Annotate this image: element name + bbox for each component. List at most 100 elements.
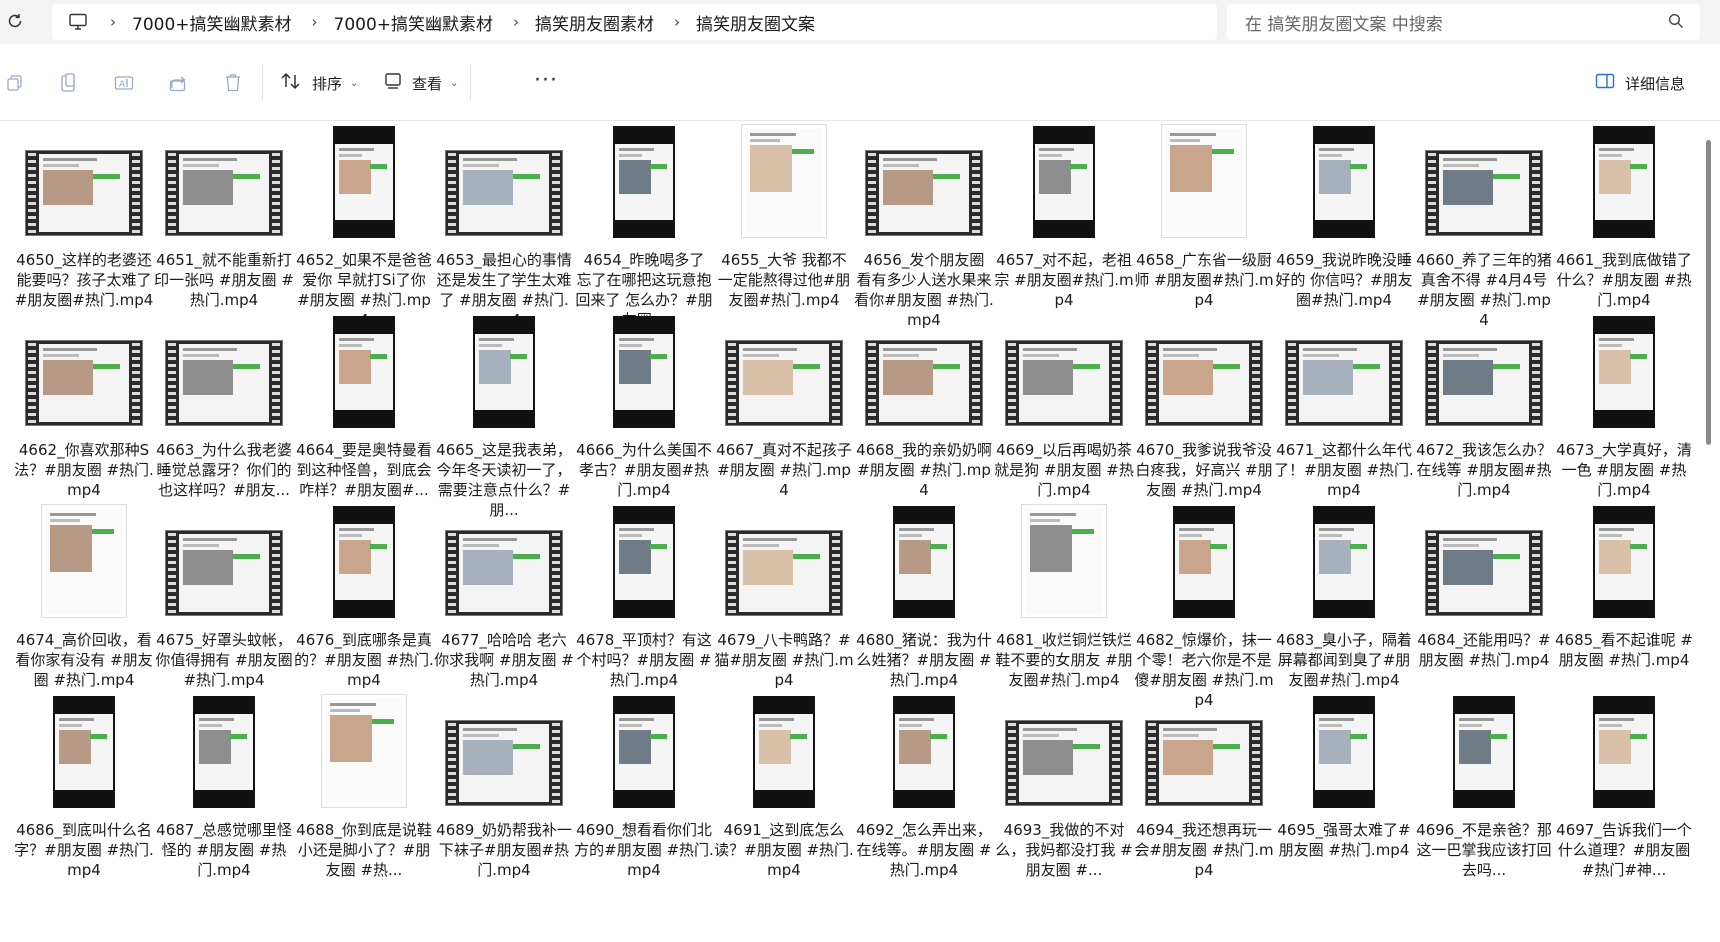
video-thumbnail	[1134, 312, 1274, 428]
delete-icon[interactable]	[222, 72, 244, 94]
file-item[interactable]: 4672_我该怎么办？在线等 #朋友圈#热门.mp4	[1414, 312, 1554, 512]
file-item[interactable]: 4691_这到底怎么读？#朋友圈 #热门.mp4	[714, 692, 854, 892]
file-item[interactable]: 4695_强哥太难了#朋友圈 #热门.mp4	[1274, 692, 1414, 892]
file-item[interactable]: 4678_平顶村？有这个村吗？#朋友圈 #热门.mp4	[574, 502, 714, 702]
file-item[interactable]: 4674_高价回收，看看你家有没有 #朋友圈 #热门.mp4	[14, 502, 154, 702]
chevron-down-icon: ⌄	[450, 77, 459, 89]
file-item[interactable]: 4660_养了三年的猪真舍不得 #4月4号 #朋友圈 #热门.mp4	[1414, 122, 1554, 329]
file-name: 4675_好罩头蚊帐，你值得拥有 #朋友圈#热门.mp4	[155, 631, 293, 689]
breadcrumb-item[interactable]: 搞笑朋友圈素材	[535, 10, 654, 35]
breadcrumb-item[interactable]: 7000+搞笑幽默素材	[132, 10, 292, 35]
view-label: 查看	[412, 74, 443, 93]
file-item[interactable]: 4656_发个朋友圈 看有多少人送水果来看你#朋友圈 #热门.mp4	[854, 122, 994, 329]
file-item[interactable]: 4663_为什么我老婆睡觉总露牙？你们的也这样吗？#朋友...	[154, 312, 294, 512]
file-item[interactable]: 4682_惊爆价，抹一个零！老六你是不是傻#朋友圈 #热门.mp4	[1134, 502, 1274, 709]
file-item[interactable]: 4688_你到底是说鞋小还是脚小了？#朋友圈 #热...	[294, 692, 434, 892]
file-item[interactable]: 4666_为什么美国不孝古？#朋友圈#热门.mp4	[574, 312, 714, 512]
copy-icon[interactable]	[4, 72, 26, 94]
file-item[interactable]: 4657_对不起，老祖宗 #朋友圈#热门.mp4	[994, 122, 1134, 322]
chevron-right-icon[interactable]: ›	[312, 13, 318, 31]
file-item[interactable]: 4697_告诉我们一个什么道理？#朋友圈#热门#神...	[1554, 692, 1694, 892]
file-name: 4680_猪说：我为什么姓猪？#朋友圈 #热门.mp4	[856, 631, 992, 689]
thumbnail-frame	[1005, 720, 1123, 806]
file-item[interactable]: 4654_昨晚喝多了 忘了在哪把这玩意抱回来了 怎么办？#朋友圈...	[574, 122, 714, 329]
breadcrumb-item[interactable]: 7000+搞笑幽默素材	[334, 10, 494, 35]
file-item[interactable]: 4664_要是奥特曼看到这种怪兽，到底会咋样？#朋友圈#...	[294, 312, 434, 512]
breadcrumb-item-current[interactable]: 搞笑朋友圈文案	[696, 10, 815, 35]
file-item[interactable]: 4696_不是亲爸？那这一巴掌我应该打回去吗...	[1414, 692, 1554, 892]
file-item[interactable]: 4684_还能用吗？#朋友圈 #热门.mp4	[1414, 502, 1554, 702]
file-item[interactable]: 4681_收烂铜烂铁烂鞋不要的女朋友 #朋友圈#热门.mp4	[994, 502, 1134, 702]
video-thumbnail	[714, 312, 854, 428]
thumbnail-frame	[333, 126, 395, 238]
file-item[interactable]: 4661_我到底做错了什么？#朋友圈 #热门.mp4	[1554, 122, 1694, 322]
thumbnail-frame	[1425, 340, 1543, 426]
file-item[interactable]: 4652_如果不是爸爸爱你 早就打Si了你 #朋友圈 #热门.mp4	[294, 122, 434, 329]
file-name: 4689_奶奶帮我补一下袜子#朋友圈#热门.mp4	[436, 821, 572, 879]
file-name: 4673_大学真好，清一色 #朋友圈 #热门.mp4	[1556, 441, 1692, 499]
search-icon[interactable]	[1668, 13, 1686, 31]
paste-icon[interactable]	[58, 72, 80, 94]
sort-button[interactable]: 排序 ⌄	[280, 68, 358, 98]
file-item[interactable]: 4665_这是我表弟，今年冬天读初一了，需要注意点什么？#朋...	[434, 312, 574, 519]
file-item[interactable]: 4683_臭小子，隔着屏幕都闻到臭了#朋友圈#热门.mp4	[1274, 502, 1414, 702]
file-item[interactable]: 4675_好罩头蚊帐，你值得拥有 #朋友圈#热门.mp4	[154, 502, 294, 702]
file-item[interactable]: 4677_哈哈哈 老六你求我啊 #朋友圈 #热门.mp4	[434, 502, 574, 702]
file-item[interactable]: 4655_大爷 我都不一定能熬得过他#朋友圈#热门.mp4	[714, 122, 854, 322]
file-item[interactable]: 4686_到底叫什么名字？#朋友圈 #热门.mp4	[14, 692, 154, 892]
view-button[interactable]: 查看 ⌄	[384, 68, 458, 98]
video-thumbnail	[994, 122, 1134, 238]
file-item[interactable]: 4668_我的亲奶奶啊 #朋友圈 #热门.mp4	[854, 312, 994, 512]
thumbnail-frame	[1425, 150, 1543, 236]
address-bar[interactable]: › 7000+搞笑幽默素材 › 7000+搞笑幽默素材 › 搞笑朋友圈素材 › …	[52, 4, 1217, 40]
video-thumbnail	[854, 502, 994, 618]
file-item[interactable]: 4692_怎么弄出来，在线等。#朋友圈 #热门.mp4	[854, 692, 994, 892]
file-name: 4692_怎么弄出来，在线等。#朋友圈 #热门.mp4	[856, 821, 992, 879]
thumbnail-frame	[25, 150, 143, 236]
file-name: 4684_还能用吗？#朋友圈 #热门.mp4	[1417, 631, 1551, 669]
file-item[interactable]: 4687_总感觉哪里怪怪的 #朋友圈 #热门.mp4	[154, 692, 294, 892]
file-item[interactable]: 4650_这样的老婆还能要吗？孩子太难了#朋友圈#热门.mp4	[14, 122, 154, 322]
vertical-scrollbar[interactable]	[1706, 140, 1711, 445]
thumbnail-frame	[613, 316, 675, 428]
chevron-right-icon[interactable]: ›	[513, 13, 519, 31]
video-thumbnail	[434, 692, 574, 808]
file-item[interactable]: 4671_这都什么年代了！#朋友圈 #热门.mp4	[1274, 312, 1414, 512]
chevron-right-icon[interactable]: ›	[110, 13, 116, 31]
file-item[interactable]: 4694_我还想再玩一会#朋友圈 #热门.mp4	[1134, 692, 1274, 892]
more-options-icon[interactable]: ···	[534, 70, 558, 92]
file-item[interactable]: 4651_就不能重新打印一张吗 #朋友圈 #热门.mp4	[154, 122, 294, 322]
file-item[interactable]: 4673_大学真好，清一色 #朋友圈 #热门.mp4	[1554, 312, 1694, 512]
file-item[interactable]: 4685_看不起谁呢 #朋友圈 #热门.mp4	[1554, 502, 1694, 702]
file-name: 4662_你喜欢那种S法？#朋友圈 #热门.mp4	[14, 441, 154, 499]
chevron-down-icon: ⌄	[350, 77, 359, 89]
file-item[interactable]: 4667_真对不起孩子 #朋友圈 #热门.mp4	[714, 312, 854, 512]
file-item[interactable]: 4669_以后再喝奶茶就是狗 #朋友圈 #热门.mp4	[994, 312, 1134, 512]
chevron-right-icon[interactable]: ›	[674, 13, 680, 31]
file-item[interactable]: 4662_你喜欢那种S法？#朋友圈 #热门.mp4	[14, 312, 154, 512]
video-thumbnail	[1554, 502, 1694, 618]
video-thumbnail	[994, 692, 1134, 808]
file-item[interactable]: 4690_想看看你们北方的#朋友圈 #热门.mp4	[574, 692, 714, 892]
file-item[interactable]: 4689_奶奶帮我补一下袜子#朋友圈#热门.mp4	[434, 692, 574, 892]
file-name: 4695_强哥太难了#朋友圈 #热门.mp4	[1277, 821, 1411, 859]
file-item[interactable]: 4670_我爹说我爷没白疼我，好高兴 #朋友圈 #热门.mp4	[1134, 312, 1274, 512]
file-name: 4693_我做的不对么，我妈都没打我 #朋友圈 #...	[995, 821, 1133, 879]
file-item[interactable]: 4676_到底哪条是真的？#朋友圈 #热门.mp4	[294, 502, 434, 702]
file-item[interactable]: 4693_我做的不对么，我妈都没打我 #朋友圈 #...	[994, 692, 1134, 892]
file-item[interactable]: 4658_广东省一级厨师 #朋友圈#热门.mp4	[1134, 122, 1274, 322]
share-icon[interactable]	[168, 72, 190, 94]
this-pc-icon[interactable]	[66, 10, 90, 34]
rename-icon[interactable]: A	[113, 72, 135, 94]
thumbnail-frame	[613, 126, 675, 238]
refresh-icon[interactable]	[4, 10, 26, 32]
details-label: 详细信息	[1625, 74, 1686, 93]
details-pane-button[interactable]: 详细信息	[1595, 68, 1685, 98]
file-item[interactable]: 4659_我说昨晚没睡好的 你信吗？#朋友圈#热门.mp4	[1274, 122, 1414, 322]
video-thumbnail	[1274, 122, 1414, 238]
file-item[interactable]: 4680_猪说：我为什么姓猪？#朋友圈 #热门.mp4	[854, 502, 994, 702]
file-name: 4670_我爹说我爷没白疼我，好高兴 #朋友圈 #热门.mp4	[1135, 441, 1273, 499]
file-item[interactable]: 4679_八卡鸭路？#猫#朋友圈 #热门.mp4	[714, 502, 854, 702]
file-item[interactable]: 4653_最担心的事情还是发生了学生太难了 #朋友圈 #热门.mp4	[434, 122, 574, 329]
search-input[interactable]: 在 搞笑朋友圈文案 中搜索	[1227, 4, 1700, 40]
